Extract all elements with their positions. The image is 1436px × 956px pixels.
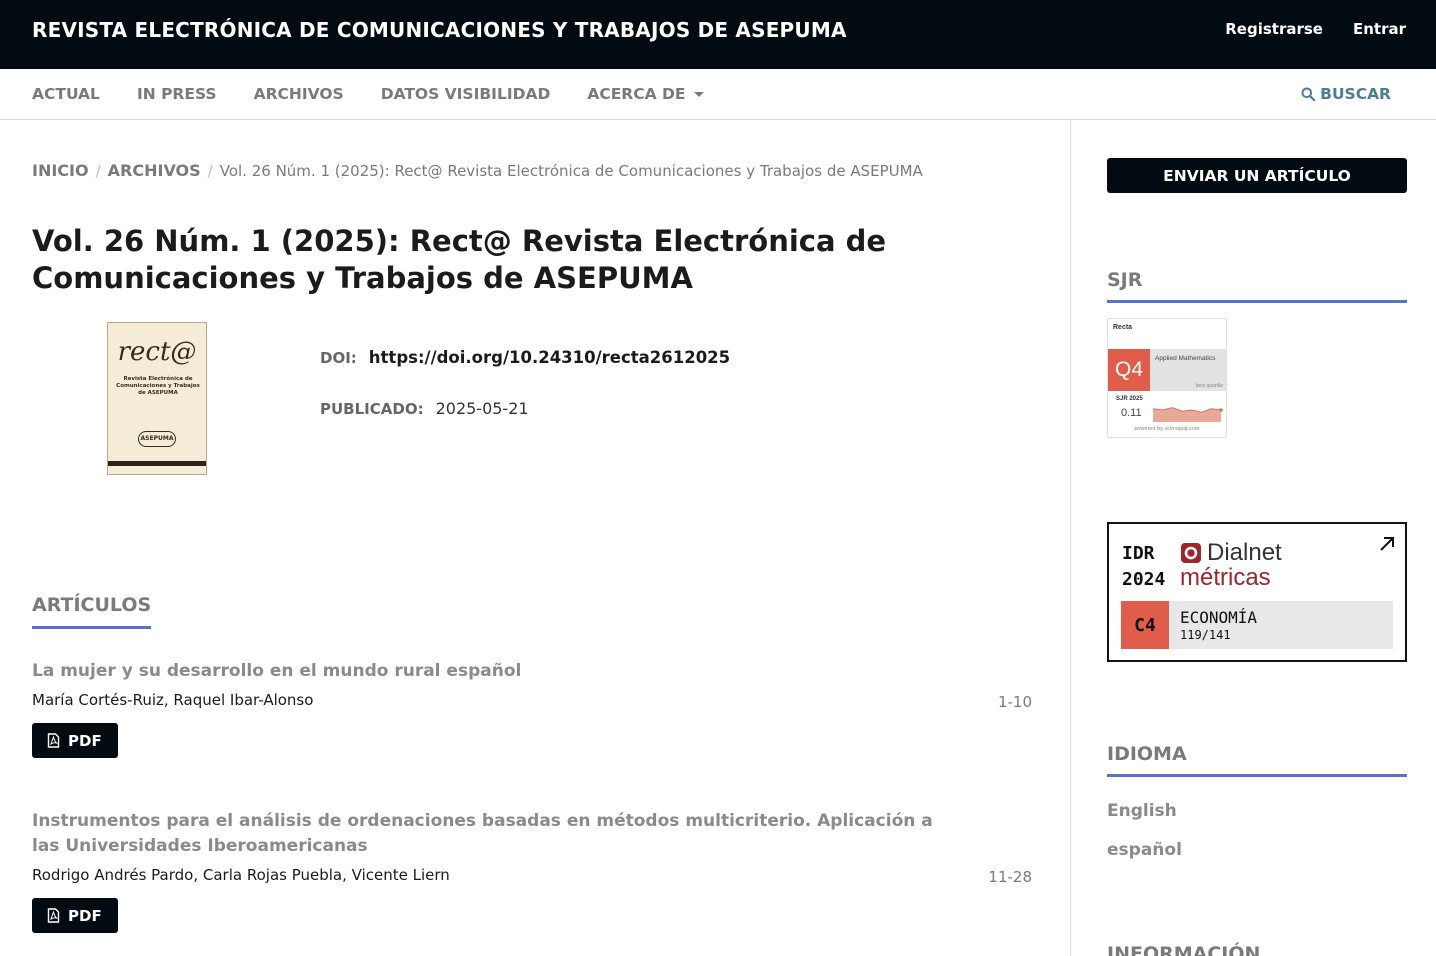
article-item: Instrumentos para el análisis de ordenac… [32,809,1032,933]
language-espanol[interactable]: español [1107,840,1182,860]
dialnet-field: ECONOMÍA [1180,608,1258,627]
pdf-button[interactable]: PDF [32,723,118,758]
issue-cover-image: rect@ Revista Electrónica de Comunicacio… [107,322,207,475]
article-pages: 1-10 [997,693,1032,711]
register-link[interactable]: Registrarse [1225,20,1323,38]
cover-seal: ASEPUMA [138,431,176,447]
user-nav: Registrarse Entrar [1225,20,1406,38]
dialnet-brand: Dialnet [1181,539,1282,567]
search-label: BUSCAR [1320,85,1391,103]
search-icon [1301,87,1316,101]
articles-heading: ARTÍCULOS [32,594,152,629]
site-header: REVISTA ELECTRÓNICA DE COMUNICACIONES Y … [0,0,1436,69]
nav-item-in-press[interactable]: IN PRESS [137,85,217,103]
pdf-icon [47,908,60,923]
nav-item-acerca-de[interactable]: ACERCA DE [587,85,705,103]
sjr-category-box: Applied Mathematics best quartile [1150,349,1227,391]
published-row: PUBLICADO: 2025-05-21 [320,399,529,418]
info-heading: INFORMACIÓN [1107,943,1407,956]
sidebar-divider [1070,120,1071,956]
cover-subtitle: Revista Electrónica de Comunicaciones y … [116,376,200,396]
breadcrumb-home[interactable]: INICIO [32,161,89,180]
nav-item-acerca-de-label: ACERCA DE [587,85,686,103]
sjr-value: 0.11 [1121,407,1142,419]
dialnet-rank: 119/141 [1180,628,1231,642]
dialnet-metricas: métricas [1180,564,1271,591]
login-link[interactable]: Entrar [1353,20,1406,38]
pdf-button-label: PDF [68,906,102,925]
idr-year: 2024 [1122,569,1166,590]
dialnet-badge[interactable]: IDR 2024 Dialnet métricas C4 ECONOMÍA 11… [1107,522,1407,662]
published-date: 2025-05-21 [435,399,529,418]
sjr-trend-point [1219,408,1223,412]
site-title[interactable]: REVISTA ELECTRÓNICA DE COMUNICACIONES Y … [32,18,847,42]
article-title[interactable]: La mujer y su desarrollo en el mundo rur… [32,659,952,684]
cover-band [108,461,206,466]
breadcrumb-archives[interactable]: ARCHIVOS [108,161,201,180]
primary-nav: ACTUAL IN PRESS ARCHIVOS DATOS VISIBILID… [0,69,1436,120]
caret-down-icon [694,91,705,97]
sjr-category: Applied Mathematics [1155,355,1216,362]
article-authors: Rodrigo Andrés Pardo, Carla Rojas Puebla… [32,866,450,884]
sjr-journal-name: Recta [1113,324,1133,331]
nav-item-datos-visibilidad[interactable]: DATOS VISIBILIDAD [381,85,551,103]
sjr-trend-chart [1152,407,1223,422]
breadcrumb-separator: / [207,161,213,180]
sjr-badge[interactable]: Recta Q4 Applied Mathematics best quarti… [1107,318,1227,438]
dialnet-quartile-bar: C4 ECONOMÍA 119/141 [1121,601,1393,649]
breadcrumb: INICIO / ARCHIVOS / Vol. 26 Núm. 1 (2025… [32,161,923,180]
pdf-icon [47,733,60,748]
breadcrumb-current: Vol. 26 Núm. 1 (2025): Rect@ Revista Ele… [219,161,923,180]
article-title[interactable]: Instrumentos para el análisis de ordenac… [32,809,952,859]
article-item: La mujer y su desarrollo en el mundo rur… [32,659,1032,758]
nav-item-archivos[interactable]: ARCHIVOS [254,85,344,103]
submit-article-button[interactable]: ENVIAR UN ARTÍCULO [1107,158,1407,193]
doi-row: DOI: https://doi.org/10.24310/recta26120… [320,348,730,367]
article-pages: 11-28 [988,868,1032,886]
idr-text: IDR [1122,543,1155,564]
dialnet-logo-icon [1181,543,1201,563]
external-arrow-icon [1380,537,1394,551]
pdf-button-label: PDF [68,731,102,750]
cover-logo: rect@ [117,337,197,367]
language-heading: IDIOMA [1107,743,1407,777]
nav-item-actual[interactable]: ACTUAL [32,85,100,103]
sjr-best-quartile: best quartile [1195,383,1223,389]
search-link[interactable]: BUSCAR [1301,85,1391,103]
doi-label: DOI: [320,349,357,367]
issue-title: Vol. 26 Núm. 1 (2025): Rect@ Revista Ele… [32,224,887,295]
idr-label: IDR 2024 [1122,541,1165,593]
sjr-powered-by: powered by scimagojr.com [1134,426,1200,432]
sjr-quartile: Q4 [1108,349,1150,391]
doi-link[interactable]: https://doi.org/10.24310/recta2612025 [369,348,730,367]
breadcrumb-separator: / [95,161,101,180]
language-english[interactable]: English [1107,801,1177,821]
published-label: PUBLICADO: [320,400,424,418]
dialnet-name: Dialnet [1207,539,1282,566]
pdf-button[interactable]: PDF [32,898,118,933]
sjr-heading: SJR [1107,269,1407,303]
article-authors: María Cortés-Ruiz, Raquel Ibar-Alonso [32,691,314,709]
dialnet-quartile: C4 [1121,601,1169,649]
sjr-year: SJR 2025 [1116,396,1143,402]
